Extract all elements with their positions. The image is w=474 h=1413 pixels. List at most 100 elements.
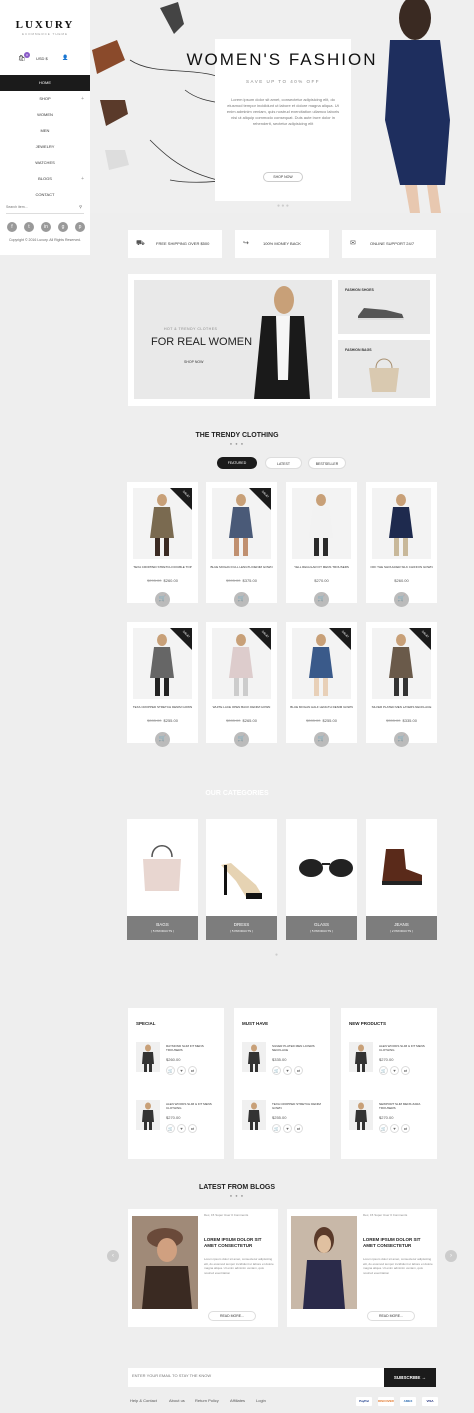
list-item-name[interactable]: RAYMOND SLIM FIT MENS TROUSERS <box>166 1044 220 1052</box>
subscribe-button[interactable]: SUBSCRIBE → <box>384 1368 436 1387</box>
product-name[interactable]: WHITE LACE OPEN BACK DENIM GOWN <box>208 705 275 709</box>
sidebar-item-home[interactable]: HOME <box>0 75 90 91</box>
blog-image[interactable] <box>291 1216 357 1309</box>
category-image[interactable] <box>216 845 266 907</box>
add-to-cart-icon[interactable]: 🛒 <box>166 1124 175 1133</box>
add-to-cart-icon[interactable]: 🛒 <box>166 1066 175 1075</box>
blog-comments[interactable]: 0 Comments <box>231 1213 248 1217</box>
category-label-bar[interactable]: DRESS ( 5 PRODUCTS ) <box>206 916 277 940</box>
add-to-cart-icon[interactable]: 🛒 <box>155 732 170 747</box>
product-name[interactable]: OFF THE SHOULDER SILK CHIFFON GOWN <box>368 565 435 569</box>
shop-now-button[interactable]: SHOP NOW <box>263 172 303 182</box>
blog-prev-arrow-icon[interactable]: ‹ <box>107 1250 119 1262</box>
product-card[interactable]: YELL REGULAR FIT MENS TROUSERS $270.00 🛒 <box>286 482 357 607</box>
product-name[interactable]: TEXA CROPPED STRETCH DENIM GOWN <box>129 705 196 709</box>
list-item-name[interactable]: ALEN WOODS SLIM & FIT MENS CLOTHING <box>166 1102 220 1110</box>
list-item[interactable]: TEXA CROPPED STRETCH DENIM GOWN $255.00 🛒 ♥… <box>242 1100 326 1136</box>
product-image[interactable]: SALE! <box>133 628 192 699</box>
facebook-icon[interactable]: f <box>7 222 17 232</box>
product-card[interactable]: SALE! WHITE LACE OPEN BACK DENIM GOWN $285… <box>206 622 277 747</box>
sidebar-item-jewelry[interactable]: JEWELRY <box>0 139 90 155</box>
blog-image[interactable] <box>132 1216 198 1309</box>
product-card[interactable]: SALE! BLUE MOGAN HALF LENGTH DENIM GOWN $2… <box>286 622 357 747</box>
google-icon[interactable]: g <box>58 222 68 232</box>
user-icon[interactable]: 👤 <box>62 55 68 61</box>
product-name[interactable]: TEXA CROPPED STRETCH DOUBLE TOP <box>129 565 196 569</box>
read-more-button[interactable]: READ MORE... <box>367 1311 415 1321</box>
wishlist-icon[interactable]: ♥ <box>177 1124 186 1133</box>
footer-link[interactable]: Affiliates <box>230 1398 245 1403</box>
add-to-cart-icon[interactable]: 🛒 <box>234 592 249 607</box>
blog-title[interactable]: LOREM IPSUM DOLOR SIT AMET CONSECTETUR <box>204 1237 274 1249</box>
add-to-cart-icon[interactable]: 🛒 <box>314 592 329 607</box>
sidebar-item-contact[interactable]: CONTACT <box>0 187 90 203</box>
category-label-bar[interactable]: BAGS ( 5 PRODUCTS ) <box>127 916 198 940</box>
product-image[interactable]: SALE! <box>133 488 192 559</box>
product-image[interactable]: SALE! <box>372 628 431 699</box>
list-item-thumbnail[interactable] <box>136 1042 160 1072</box>
promo-shoes-banner[interactable]: FASHION SHOES <box>338 280 430 334</box>
add-to-cart-icon[interactable]: 🛒 <box>394 592 409 607</box>
product-card[interactable]: SALE! TEXA CROPPED STRETCH DOUBLE TOP $295… <box>127 482 198 607</box>
list-item-thumbnail[interactable] <box>242 1042 266 1072</box>
list-item[interactable]: SILVER PLATED MEN LAYERS NECKLACE $335.00… <box>242 1042 326 1078</box>
category-label-bar[interactable]: JEANS ( 2 PRODUCTS ) <box>366 916 437 940</box>
promo-shop-now-button[interactable]: SHOP NOW <box>184 360 203 364</box>
list-item[interactable]: NEWPORT SLIM MENS ZARA TROUSERS $270.00 🛒 ♥… <box>349 1100 433 1136</box>
sidebar-item-men[interactable]: MEN <box>0 123 90 139</box>
tab-bestseller[interactable]: BESTSELLER <box>308 457 346 469</box>
compare-icon[interactable]: ⇄ <box>401 1124 410 1133</box>
linkedin-icon[interactable]: in <box>41 222 51 232</box>
list-item-thumbnail[interactable] <box>242 1100 266 1130</box>
add-to-cart-icon[interactable]: 🛒 <box>272 1066 281 1075</box>
blog-comments[interactable]: 0 Comments <box>390 1213 407 1217</box>
tab-latest[interactable]: LATEST <box>265 457 302 469</box>
blog-next-arrow-icon[interactable]: › <box>445 1250 457 1262</box>
add-to-cart-icon[interactable]: 🛒 <box>379 1066 388 1075</box>
blog-title[interactable]: LOREM IPSUM DOLOR SIT AMET CONSECTETUR <box>363 1237 433 1249</box>
wishlist-icon[interactable]: ♥ <box>283 1124 292 1133</box>
search-input[interactable] <box>6 205 72 209</box>
sidebar-item-watches[interactable]: WATCHES <box>0 155 90 171</box>
category-image[interactable] <box>137 837 187 899</box>
compare-icon[interactable]: ⇄ <box>294 1066 303 1075</box>
product-image[interactable] <box>372 488 431 559</box>
list-item-name[interactable]: ALEN WOODS SLIM & FIT MENS CLOTHING <box>379 1044 433 1052</box>
category-card-jeans[interactable]: JEANS ( 2 PRODUCTS ) <box>366 819 437 940</box>
sidebar-item-blogs[interactable]: BLOGS + <box>0 171 90 187</box>
footer-link[interactable]: Return Policy <box>195 1398 219 1403</box>
list-item-name[interactable]: TEXA CROPPED STRETCH DENIM GOWN <box>272 1102 326 1110</box>
list-item-name[interactable]: SILVER PLATED MEN LAYERS NECKLACE <box>272 1044 326 1052</box>
blog-author[interactable]: Super User <box>215 1213 230 1217</box>
read-more-button[interactable]: READ MORE... <box>208 1311 256 1321</box>
add-to-cart-icon[interactable]: 🛒 <box>394 732 409 747</box>
product-name[interactable]: YELL REGULAR FIT MENS TROUSERS <box>288 565 355 569</box>
product-card[interactable]: SALE! SILVER PLATED MEN LAYERS NECKLACE $3… <box>366 622 437 747</box>
list-item-thumbnail[interactable] <box>349 1042 373 1072</box>
wishlist-icon[interactable]: ♥ <box>390 1066 399 1075</box>
add-to-cart-icon[interactable]: 🛒 <box>155 592 170 607</box>
add-to-cart-icon[interactable]: 🛒 <box>314 732 329 747</box>
compare-icon[interactable]: ⇄ <box>188 1124 197 1133</box>
expand-icon[interactable]: + <box>81 91 84 107</box>
wishlist-icon[interactable]: ♥ <box>177 1066 186 1075</box>
add-to-cart-icon[interactable]: 🛒 <box>234 732 249 747</box>
product-image[interactable] <box>292 488 351 559</box>
newsletter-email-input[interactable] <box>132 1373 372 1378</box>
list-item-thumbnail[interactable] <box>136 1100 160 1130</box>
category-card-bags[interactable]: BAGS ( 5 PRODUCTS ) <box>127 819 198 940</box>
currency-selector[interactable]: USD $ <box>36 56 48 61</box>
product-name[interactable]: BLUE MOGAN FULL LENGTH DENIM GOWN <box>208 565 275 569</box>
hero-slider-dots[interactable]: ● ● ● <box>277 203 289 209</box>
wishlist-icon[interactable]: ♥ <box>390 1124 399 1133</box>
product-card[interactable]: SALE! TEXA CROPPED STRETCH DENIM GOWN $285… <box>127 622 198 747</box>
product-image[interactable]: SALE! <box>292 628 351 699</box>
tab-featured[interactable]: FEATURED <box>217 457 257 469</box>
product-name[interactable]: SILVER PLATED MEN LAYERS NECKLACE <box>368 705 435 709</box>
blog-author[interactable]: Super User <box>374 1213 389 1217</box>
category-card-dress[interactable]: DRESS ( 5 PRODUCTS ) <box>206 819 277 940</box>
promo-bags-banner[interactable]: FASHION BAGS <box>338 340 430 398</box>
pinterest-icon[interactable]: p <box>75 222 85 232</box>
product-name[interactable]: BLUE MOGAN HALF LENGTH DENIM GOWN <box>288 705 355 709</box>
compare-icon[interactable]: ⇄ <box>401 1066 410 1075</box>
